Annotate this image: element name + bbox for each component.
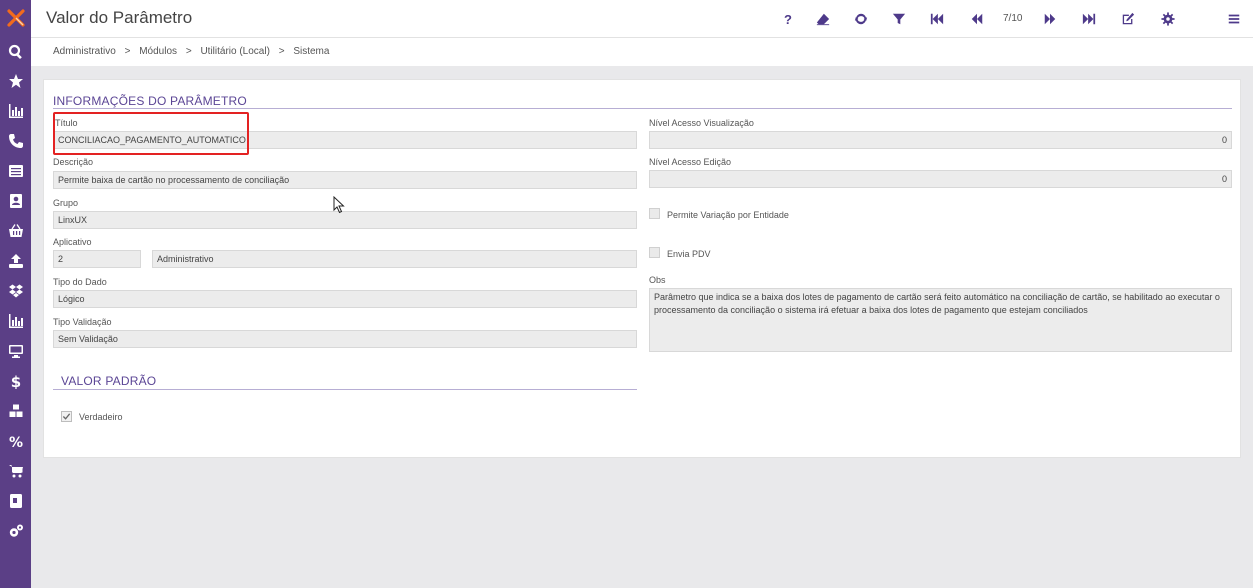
linx-logo[interactable] xyxy=(0,0,31,36)
contact-icon[interactable] xyxy=(0,189,31,213)
search-icon[interactable] xyxy=(0,40,31,64)
breadcrumb-separator: > xyxy=(278,46,285,57)
top-toolbar: Valor do Parâmetro ? 7/10 xyxy=(31,0,1253,38)
bar-chart-icon[interactable] xyxy=(0,99,31,123)
dropbox-icon[interactable] xyxy=(0,279,31,303)
grupo-label: Grupo xyxy=(53,198,79,208)
breadcrumb-item-utilitario[interactable]: Utilitário (Local) xyxy=(200,46,269,57)
breadcrumb-item-administrativo[interactable]: Administrativo xyxy=(53,46,116,57)
descricao-label: Descrição xyxy=(53,157,94,167)
checkmark-icon xyxy=(62,413,71,420)
dollar-icon[interactable]: $ xyxy=(0,369,31,393)
envia-pdv-label: Envia PDV xyxy=(667,249,711,259)
last-record-icon[interactable] xyxy=(1080,10,1098,28)
filter-icon[interactable] xyxy=(890,10,908,28)
menu-icon[interactable] xyxy=(1225,10,1243,28)
mouse-cursor-icon xyxy=(333,196,345,214)
aplicativo-label: Aplicativo xyxy=(53,237,92,247)
sidebar: $ % xyxy=(0,0,31,588)
monitor-icon[interactable] xyxy=(0,339,31,363)
aplicativo-code-field[interactable]: 2 xyxy=(53,250,141,268)
highlight-box xyxy=(53,112,249,155)
svg-text:$: $ xyxy=(10,373,20,389)
breadcrumb-item-modulos[interactable]: Módulos xyxy=(139,46,177,57)
tipo-validacao-label: Tipo Validação xyxy=(53,317,112,327)
section-divider xyxy=(53,108,1232,109)
svg-text:%: % xyxy=(8,435,22,449)
grupo-field[interactable]: LinxUX xyxy=(53,211,637,229)
aplicativo-name-field[interactable]: Administrativo xyxy=(152,250,637,268)
envia-pdv-checkbox[interactable] xyxy=(649,247,660,258)
book-icon[interactable] xyxy=(0,489,31,513)
previous-record-icon[interactable] xyxy=(968,10,986,28)
breadcrumb-item-sistema: Sistema xyxy=(293,46,330,57)
nivel-visualizacao-label: Nível Acesso Visualização xyxy=(649,118,754,128)
section-divider xyxy=(53,389,637,390)
breadcrumb-bar: Administrativo > Módulos > Utilitário (L… xyxy=(31,38,1253,66)
breadcrumb-separator: > xyxy=(185,46,192,57)
settings-icon[interactable] xyxy=(1159,10,1177,28)
bar-chart-icon[interactable] xyxy=(0,309,31,333)
obs-textarea[interactable]: Parâmetro que indica se a baixa dos lote… xyxy=(649,288,1232,352)
phone-icon[interactable] xyxy=(0,129,31,153)
help-icon[interactable]: ? xyxy=(779,10,797,28)
refresh-icon[interactable] xyxy=(852,10,870,28)
permite-variacao-label: Permite Variação por Entidade xyxy=(667,210,789,220)
tipo-dado-label: Tipo do Dado xyxy=(53,277,107,287)
cart-icon[interactable] xyxy=(0,459,31,483)
edit-icon[interactable] xyxy=(1119,10,1137,28)
upload-icon[interactable] xyxy=(0,249,31,273)
nivel-visualizacao-field[interactable]: 0 xyxy=(649,131,1232,149)
descricao-field[interactable]: Permite baixa de cartão no processamento… xyxy=(53,171,637,189)
page-title: Valor do Parâmetro xyxy=(46,8,193,27)
next-record-icon[interactable] xyxy=(1041,10,1059,28)
tipo-dado-field[interactable]: Lógico xyxy=(53,290,637,308)
percent-icon[interactable]: % xyxy=(0,429,31,453)
breadcrumb: Administrativo > Módulos > Utilitário (L… xyxy=(53,46,335,57)
verdadeiro-label: Verdadeiro xyxy=(79,412,123,422)
boxes-icon[interactable] xyxy=(0,399,31,423)
section-title-valor-padrao: VALOR PADRÃO xyxy=(61,374,157,388)
eraser-icon[interactable] xyxy=(814,10,832,28)
logo-icon xyxy=(6,9,25,27)
record-counter: 7/10 xyxy=(1003,13,1023,24)
help-label: ? xyxy=(784,11,792,27)
star-icon[interactable] xyxy=(0,69,31,93)
verdadeiro-checkbox[interactable] xyxy=(61,411,72,422)
gears-icon[interactable] xyxy=(0,519,31,543)
basket-icon[interactable] xyxy=(0,219,31,243)
section-title-informacoes: INFORMAÇÕES DO PARÂMETRO xyxy=(53,94,247,108)
list-icon[interactable] xyxy=(0,159,31,183)
first-record-icon[interactable] xyxy=(928,10,946,28)
tipo-validacao-field[interactable]: Sem Validação xyxy=(53,330,637,348)
breadcrumb-separator: > xyxy=(124,46,131,57)
nivel-edicao-field[interactable]: 0 xyxy=(649,170,1232,188)
nivel-edicao-label: Nível Acesso Edição xyxy=(649,157,732,167)
obs-label: Obs xyxy=(649,275,666,285)
permite-variacao-checkbox[interactable] xyxy=(649,208,660,219)
